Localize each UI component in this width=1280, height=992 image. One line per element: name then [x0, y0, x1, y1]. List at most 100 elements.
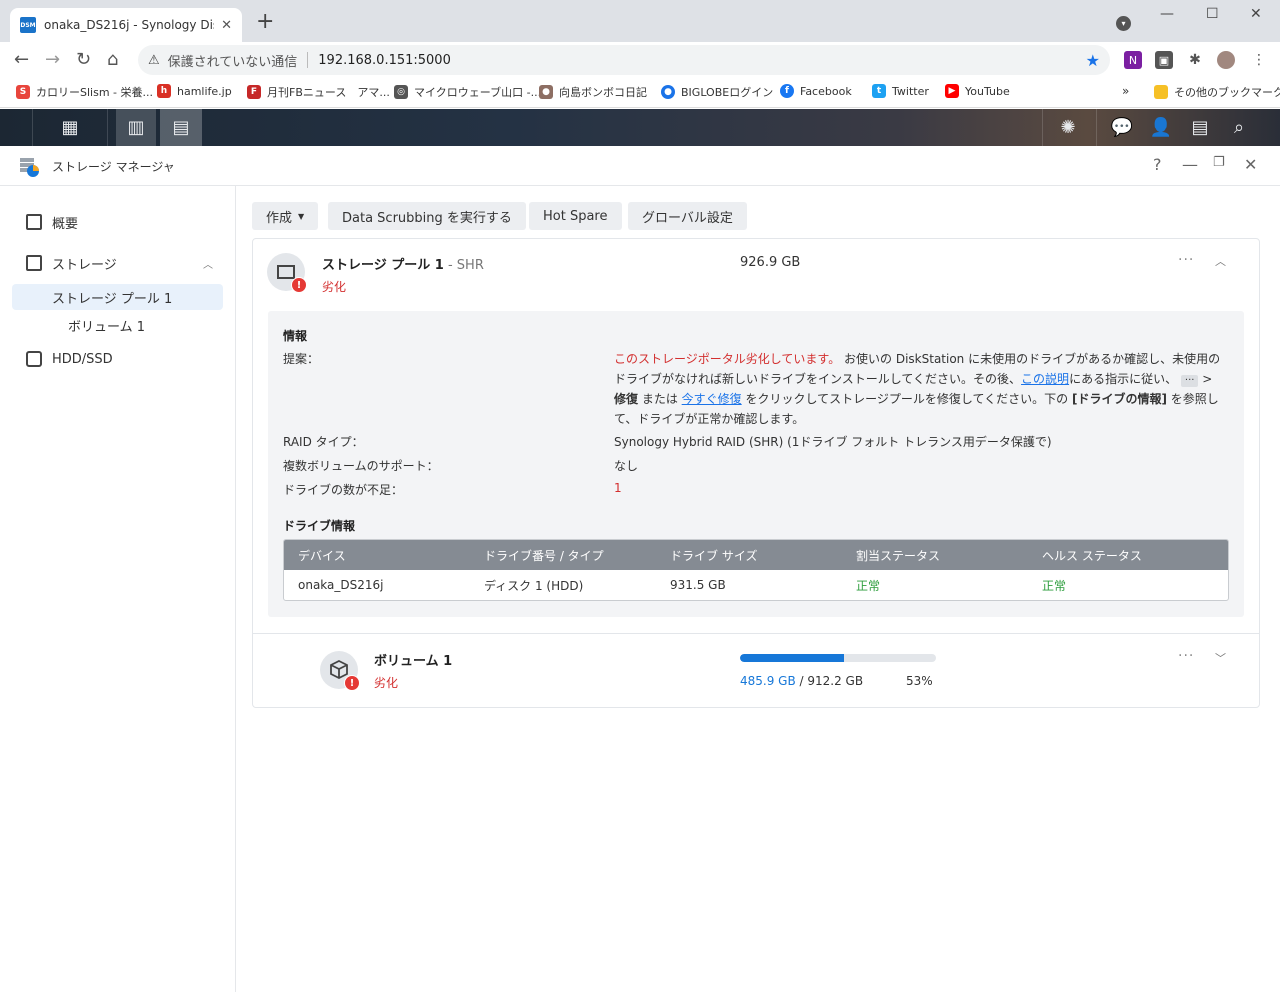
chevron-up-icon[interactable]: ︿	[203, 256, 213, 271]
bookmarks-overflow-button[interactable]: »	[1122, 84, 1129, 98]
column-header-drive-number[interactable]: ドライブ番号 / タイプ	[470, 547, 656, 564]
more-options-icon[interactable]: ···	[1178, 648, 1194, 664]
hamlife-icon: h	[157, 84, 171, 98]
youtube-icon: ▶	[945, 84, 959, 98]
main-menu-grid-icon[interactable]: ▦	[33, 109, 107, 146]
multi-volume-label: 複数ボリュームのサポート：	[283, 459, 439, 473]
suggestion-part: にある指示に従い、	[1069, 372, 1178, 386]
file-station-taskbar-icon[interactable]: ▥	[116, 109, 156, 146]
sidebar-item-storage[interactable]: ストレージ ︿	[12, 250, 223, 276]
widgets-icon[interactable]: ▤	[1180, 109, 1220, 146]
taskbar-divider	[1096, 109, 1097, 146]
browser-toolbar: ← → ↻ ⌂ ⚠ 保護されていない通信 192.168.0.151:5000 …	[0, 42, 1280, 78]
notifications-icon[interactable]: 💬	[1102, 109, 1142, 146]
background-tasks-spinner-icon[interactable]: ✺	[1048, 109, 1088, 146]
extension-icon[interactable]: ▣	[1155, 51, 1173, 69]
hot-spare-button[interactable]: Hot Spare	[529, 202, 622, 230]
raid-type-label: RAID タイプ：	[283, 435, 364, 449]
hdd-icon	[26, 351, 42, 367]
bookmark-twitter[interactable]: t Twitter	[872, 84, 929, 98]
alert-icon: !	[344, 675, 360, 691]
volume-status-badge: 劣化	[374, 676, 399, 690]
new-tab-button[interactable]: +	[256, 11, 274, 33]
sidebar: 概要 ストレージ ︿ ストレージ プール 1 ボリューム 1 HDD/SSD	[0, 186, 236, 992]
slism-icon: S	[16, 85, 30, 99]
storage-manager-taskbar-icon[interactable]: ▤	[160, 109, 202, 146]
bookmark-label: マイクロウェーブ山口 -...	[414, 86, 542, 99]
column-header-allocation-status[interactable]: 割当ステータス	[842, 547, 1028, 564]
instructions-link[interactable]: この説明	[1021, 372, 1069, 386]
info-heading: 情報	[283, 329, 308, 343]
search-icon[interactable]: ⌕	[1219, 109, 1259, 146]
sidebar-item-hdd-ssd[interactable]: HDD/SSD	[12, 346, 223, 372]
security-status[interactable]: 保護されていない通信	[168, 51, 298, 70]
address-bar[interactable]: ⚠ 保護されていない通信 192.168.0.151:5000 ★	[138, 45, 1110, 75]
column-header-device[interactable]: デバイス	[284, 547, 470, 564]
close-app-icon[interactable]: ✕	[1244, 155, 1257, 174]
forward-icon[interactable]: →	[45, 50, 60, 70]
url-text[interactable]: 192.168.0.151:5000	[318, 53, 451, 68]
maximize-window-icon[interactable]: ☐	[1206, 6, 1219, 22]
bookmark-facebook[interactable]: f Facebook	[780, 84, 852, 98]
bookmark-label: YouTube	[965, 84, 1010, 98]
volume-used: 485.9 GB	[740, 674, 796, 688]
sidebar-item-overview[interactable]: 概要	[12, 209, 223, 235]
browser-menu-icon[interactable]: ⋮	[1250, 51, 1268, 69]
pool-size: 926.9 GB	[740, 255, 801, 270]
global-settings-button[interactable]: グローバル設定	[628, 202, 747, 230]
bookmark-slism[interactable]: S カロリーSlism - 栄養...	[16, 84, 153, 100]
close-window-icon[interactable]: ✕	[1250, 6, 1262, 22]
bookmark-label: hamlife.jp	[177, 84, 232, 98]
volume-usage-percent: 53%	[906, 674, 933, 688]
onenote-extension-icon[interactable]: N	[1124, 51, 1142, 69]
minimize-app-icon[interactable]: —	[1182, 155, 1198, 174]
storage-pool-icon: !	[267, 253, 307, 293]
table-row[interactable]: onaka_DS216j ディスク 1 (HDD) 931.5 GB 正常 正常	[284, 570, 1228, 600]
repair-now-link[interactable]: 今すぐ修復	[682, 392, 742, 406]
column-header-health-status[interactable]: ヘルス ステータス	[1028, 547, 1214, 564]
suggestion-part: >	[1198, 372, 1213, 386]
bookmark-youtube[interactable]: ▶ YouTube	[945, 84, 1010, 98]
chevron-down-icon[interactable]: ﹀	[1215, 650, 1226, 666]
drive-info-reference: [ドライブの情報]	[1071, 392, 1167, 406]
reload-icon[interactable]: ↻	[76, 50, 91, 70]
back-icon[interactable]: ←	[14, 50, 29, 70]
profile-avatar[interactable]	[1217, 51, 1235, 69]
puzzle-extensions-icon[interactable]: ✱	[1186, 51, 1204, 69]
bookmark-microwave[interactable]: ◎ マイクロウェーブ山口 -...	[394, 84, 541, 100]
help-icon[interactable]: ?	[1153, 155, 1162, 174]
restore-app-icon[interactable]: ❐	[1213, 155, 1225, 170]
more-options-icon[interactable]: ···	[1178, 252, 1194, 268]
bookmark-label: 月刊FBニュース アマ...	[267, 86, 390, 99]
sidebar-item-label: ストレージ プール 1	[52, 291, 173, 307]
volume-usage-fill	[740, 654, 844, 662]
bookmark-biglobe[interactable]: ● BIGLOBEログイン	[661, 84, 773, 100]
tab-search-icon[interactable]: ▾	[1116, 16, 1131, 31]
bookmark-label: Facebook	[800, 84, 852, 98]
cell-allocation-status: 正常	[856, 578, 881, 593]
browser-tab-active[interactable]: DSM onaka_DS216j - Synology DiskSta ✕	[10, 8, 242, 42]
minimize-window-icon[interactable]: —	[1160, 6, 1174, 22]
chevron-up-icon[interactable]: ︿	[1215, 253, 1226, 269]
main-content: 作成 ▼ Data Scrubbing を実行する Hot Spare グローバ…	[236, 186, 1280, 992]
sidebar-item-volume-1[interactable]: ボリューム 1	[12, 312, 223, 338]
bookmark-blog[interactable]: ● 向島ボンボコ日記	[539, 84, 647, 100]
fb-news-icon: F	[247, 85, 261, 99]
dsm-taskbar: ▦ ▥ ▤ ✺ 💬 👤 ▤ ⌕	[0, 109, 1280, 146]
bookmark-other[interactable]: その他のブックマーク	[1154, 84, 1280, 100]
twitter-icon: t	[872, 84, 886, 98]
home-icon[interactable]: ⌂	[107, 50, 118, 70]
bookmark-fb-news[interactable]: F 月刊FBニュース アマ...	[247, 84, 390, 100]
sidebar-item-storage-pool-1[interactable]: ストレージ プール 1	[12, 284, 223, 310]
user-icon[interactable]: 👤	[1141, 109, 1181, 146]
create-dropdown-button[interactable]: 作成 ▼	[252, 202, 319, 230]
omnibox-divider	[307, 52, 309, 68]
column-header-drive-size[interactable]: ドライブ サイズ	[656, 547, 842, 564]
microwave-icon: ◎	[394, 85, 408, 99]
storage-manager-app-icon	[20, 158, 39, 177]
bookmark-hamlife[interactable]: h hamlife.jp	[157, 84, 232, 98]
tab-close-icon[interactable]: ✕	[221, 18, 232, 33]
bookmark-star-icon[interactable]: ★	[1086, 51, 1100, 70]
data-scrubbing-button[interactable]: Data Scrubbing を実行する	[328, 202, 526, 230]
suggestion-label: 提案：	[283, 352, 320, 366]
